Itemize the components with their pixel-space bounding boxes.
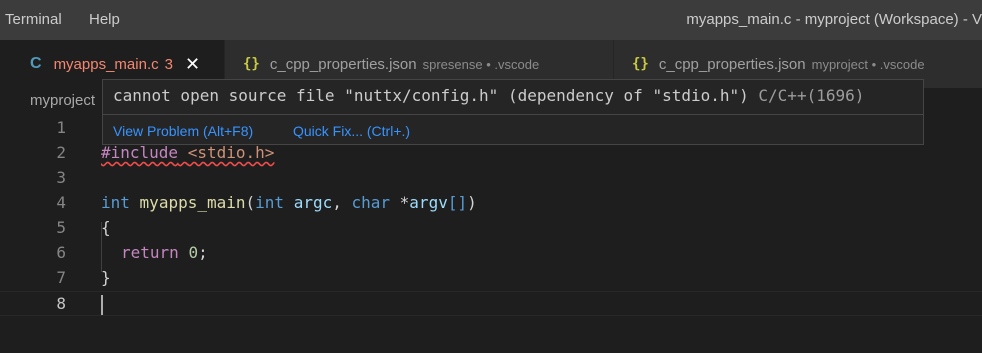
include-target: <stdio.h> [187, 143, 275, 162]
tab-label: c_cpp_properties.json [269, 55, 417, 73]
include-statement[interactable]: #include <stdio.h> [101, 143, 274, 162]
line-number: 6 [56, 243, 66, 262]
line-number: 8 [56, 294, 66, 313]
tab-description: spresense • .vscode [422, 56, 540, 72]
code-line[interactable]: 4 int myapps_main(int argc, char *argv[]… [0, 191, 982, 216]
hover-message: cannot open source file "nuttx/config.h"… [113, 86, 864, 105]
hover-actions: View Problem (Alt+F8) Quick Fix... (Ctrl… [103, 114, 923, 144]
return-statement: return 0; [121, 243, 208, 262]
quick-fix-link[interactable]: Quick Fix... (Ctrl+.) [293, 123, 410, 139]
menu-terminal[interactable]: Terminal [5, 11, 62, 28]
line-number: 1 [56, 118, 66, 137]
tab-description: myproject • .vscode [811, 56, 925, 72]
error-source: C/C++(1696) [758, 86, 865, 105]
json-file-icon: {} [243, 56, 260, 72]
problem-count-badge: 3 [164, 55, 173, 73]
error-hover-popup: cannot open source file "nuttx/config.h"… [102, 79, 924, 145]
indent-guide [101, 222, 102, 272]
breadcrumb[interactable]: myproject [30, 92, 95, 109]
line-number: 4 [56, 193, 66, 212]
line-number: 2 [56, 143, 66, 162]
menu-help[interactable]: Help [89, 11, 120, 28]
line-number: 7 [56, 268, 66, 287]
tab-label: myapps_main.c [53, 55, 159, 73]
function-name: myapps_main [139, 193, 246, 212]
code-line[interactable]: 3 [0, 166, 982, 191]
param-type: int [255, 193, 285, 212]
title-bar: Terminal Help myapps_main.c - myproject … [0, 0, 982, 40]
line-number: 3 [56, 168, 66, 187]
code-line[interactable]: 5 { [0, 216, 982, 241]
return-keyword: return [121, 243, 179, 262]
function-signature: int myapps_main(int argc, char *argv[]) [101, 193, 477, 212]
close-brace: } [101, 268, 111, 287]
json-file-icon: {} [632, 56, 649, 72]
code-line[interactable]: 7 } [0, 266, 982, 291]
error-message: cannot open source file "nuttx/config.h"… [113, 86, 749, 105]
c-file-icon: C [30, 55, 42, 72]
code-line-current[interactable]: 8 [0, 291, 982, 316]
param-name: argv [409, 193, 448, 212]
window-title: myapps_main.c - myproject (Workspace) - … [686, 11, 982, 28]
close-icon[interactable]: ✕ [185, 54, 200, 75]
view-problem-link[interactable]: View Problem (Alt+F8) [113, 123, 253, 139]
param-type: char [351, 193, 391, 212]
param-name: argc [293, 193, 333, 212]
return-type: int [101, 193, 130, 212]
line-number: 5 [56, 218, 66, 237]
open-brace: { [101, 218, 111, 237]
include-keyword: #include [101, 143, 179, 162]
tab-label: c_cpp_properties.json [658, 55, 806, 73]
return-value: 0 [188, 243, 199, 262]
text-cursor [101, 294, 103, 315]
code-line[interactable]: 6 return 0; [0, 241, 982, 266]
